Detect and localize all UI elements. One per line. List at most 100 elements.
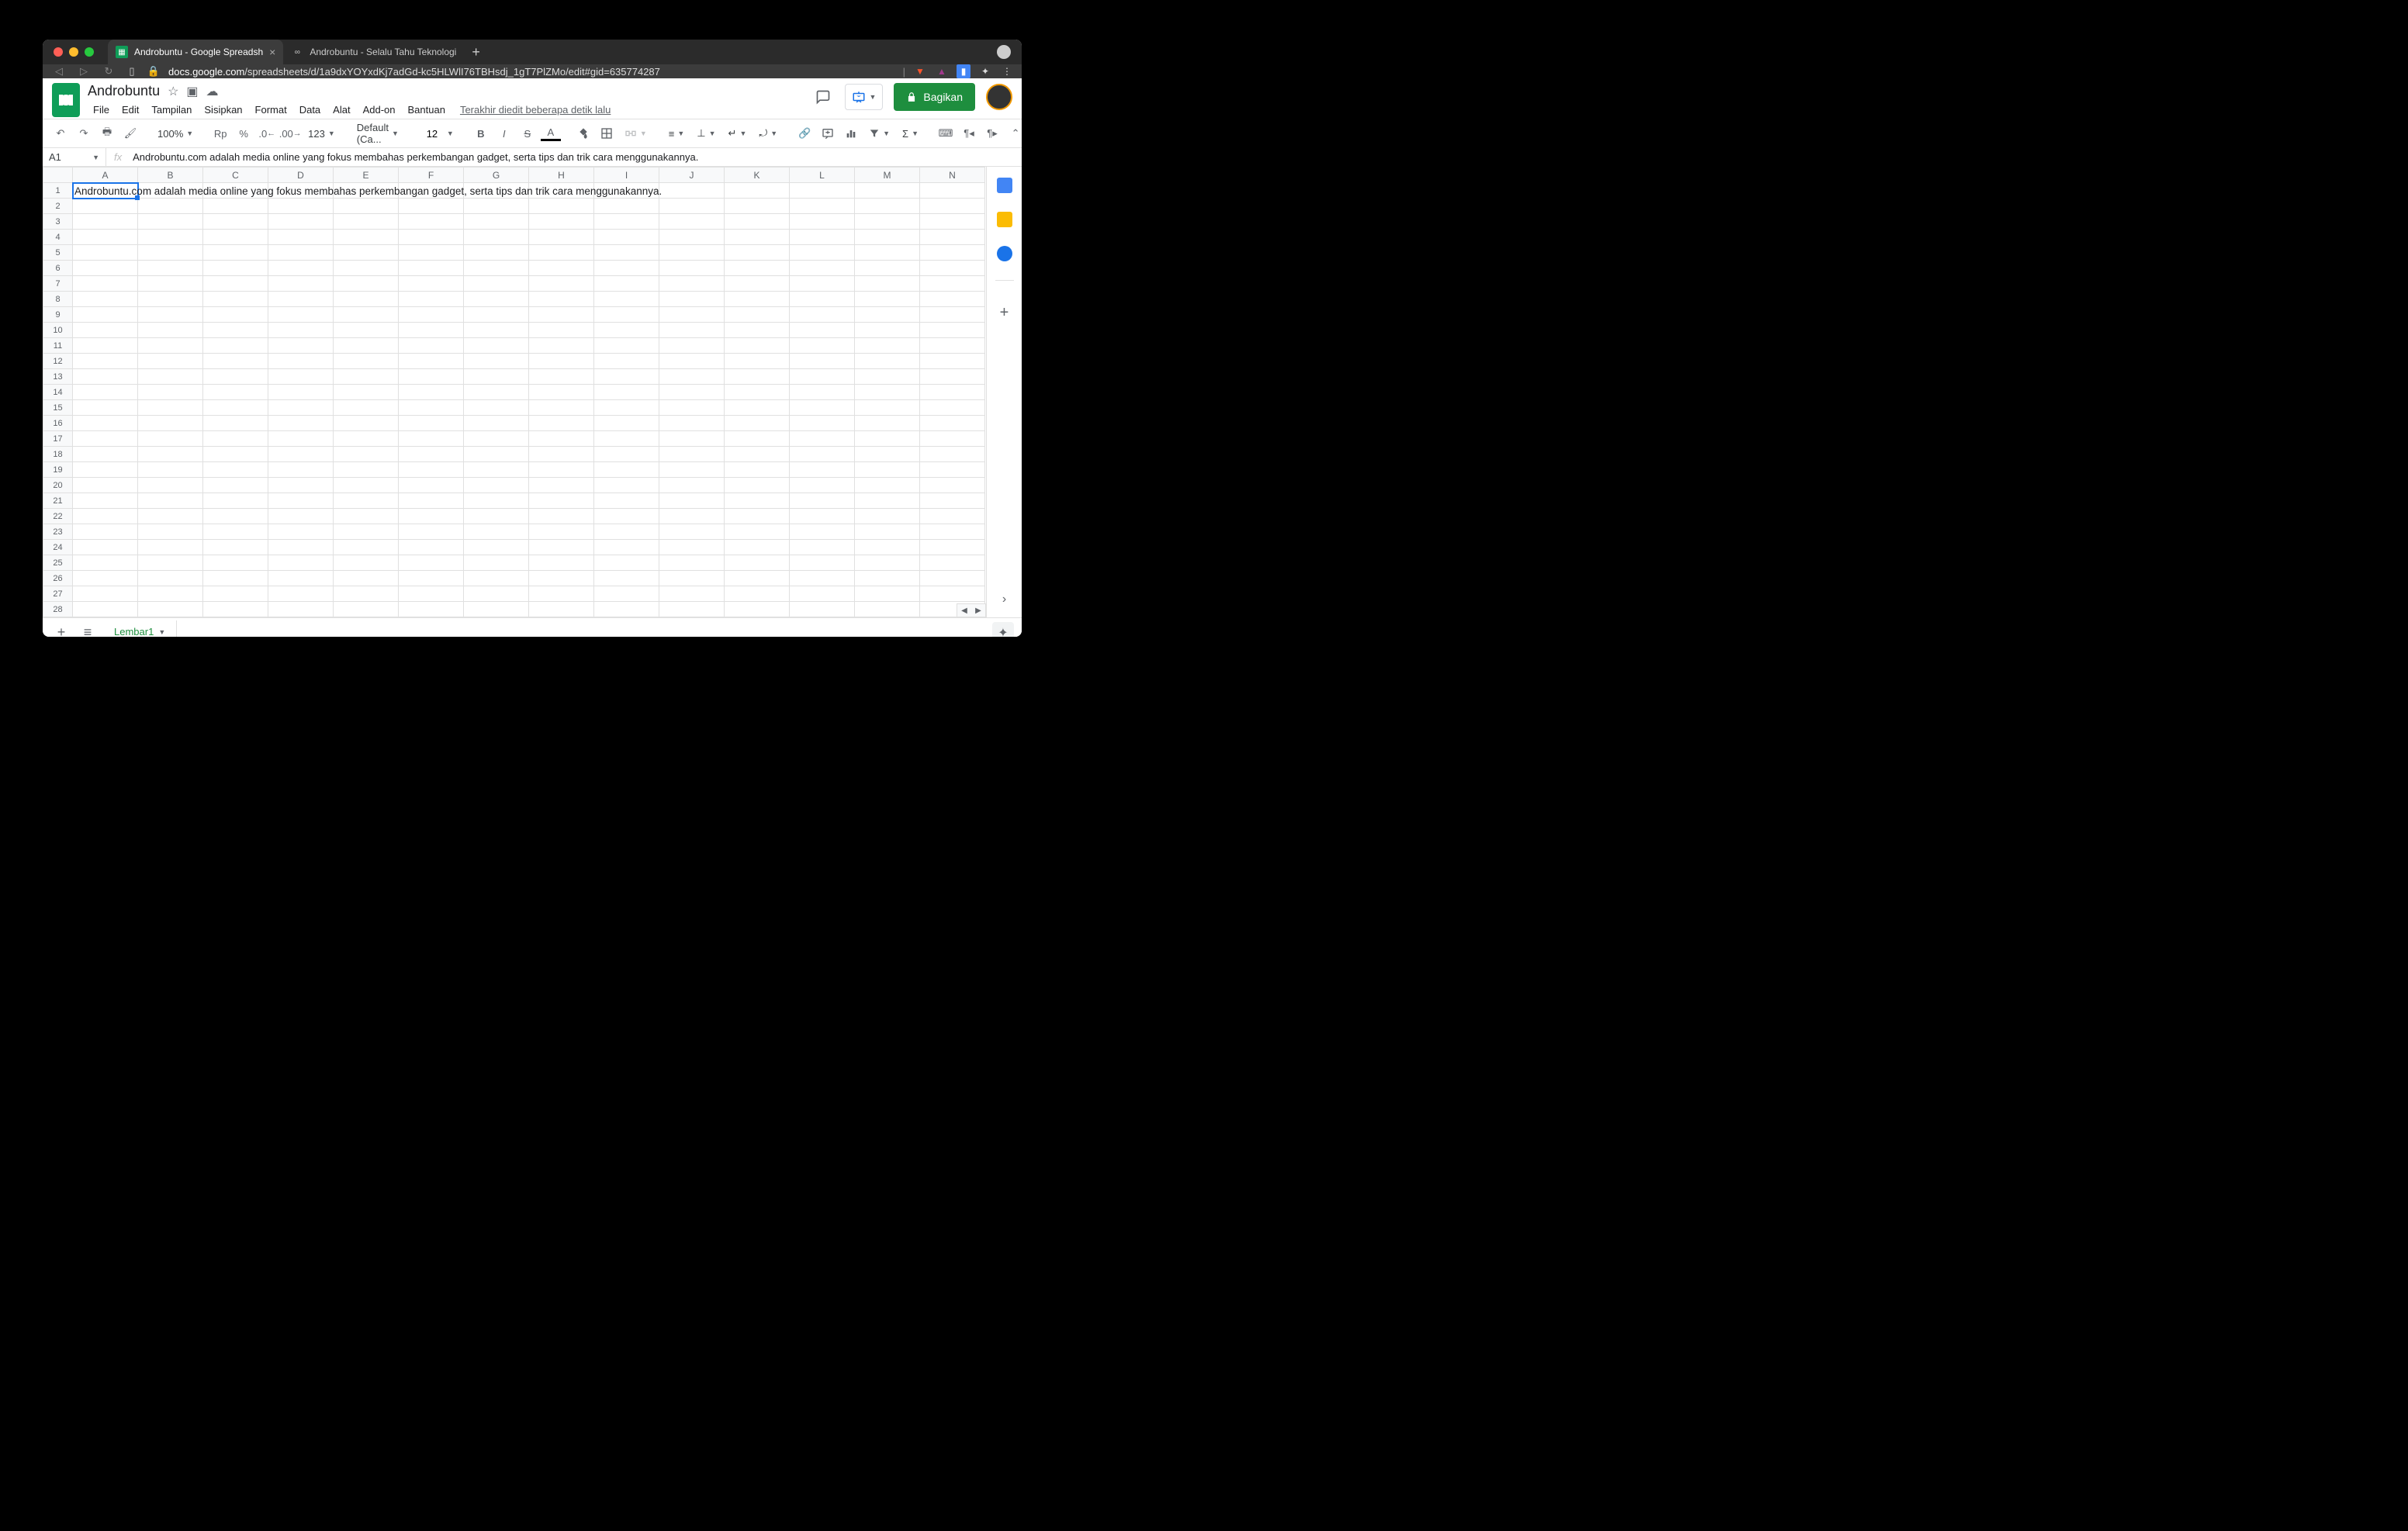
menu-file[interactable]: File: [88, 101, 115, 119]
row-header-3[interactable]: 3: [43, 214, 73, 230]
new-tab-button[interactable]: +: [464, 44, 488, 60]
cell-A27[interactable]: [73, 586, 138, 602]
cell-M20[interactable]: [855, 478, 920, 493]
cell-I17[interactable]: [594, 431, 659, 447]
cell-E18[interactable]: [334, 447, 399, 462]
cell-A9[interactable]: [73, 307, 138, 323]
cell-M19[interactable]: [855, 462, 920, 478]
close-tab-icon[interactable]: ×: [269, 46, 275, 58]
cell-I18[interactable]: [594, 447, 659, 462]
cell-I6[interactable]: [594, 261, 659, 276]
move-folder-icon[interactable]: ▣: [186, 84, 198, 99]
cell-L4[interactable]: [790, 230, 855, 245]
scroll-right-icon[interactable]: ▶: [971, 604, 985, 617]
cell-M22[interactable]: [855, 509, 920, 524]
cell-B1[interactable]: [138, 183, 203, 199]
cell-L6[interactable]: [790, 261, 855, 276]
cell-F3[interactable]: [399, 214, 464, 230]
cell-D1[interactable]: [268, 183, 334, 199]
cell-M26[interactable]: [855, 571, 920, 586]
cell-H1[interactable]: [529, 183, 594, 199]
cell-A23[interactable]: [73, 524, 138, 540]
cell-B17[interactable]: [138, 431, 203, 447]
cell-F28[interactable]: [399, 602, 464, 617]
cell-N13[interactable]: [920, 369, 985, 385]
cell-C7[interactable]: [203, 276, 268, 292]
cell-J25[interactable]: [659, 555, 725, 571]
cell-H10[interactable]: [529, 323, 594, 338]
menu-format[interactable]: Format: [250, 101, 292, 119]
cell-M21[interactable]: [855, 493, 920, 509]
cell-C5[interactable]: [203, 245, 268, 261]
cell-D13[interactable]: [268, 369, 334, 385]
cell-G15[interactable]: [464, 400, 529, 416]
filter-button[interactable]: ▼: [864, 128, 894, 139]
cell-M15[interactable]: [855, 400, 920, 416]
cell-E3[interactable]: [334, 214, 399, 230]
cell-A14[interactable]: [73, 385, 138, 400]
cell-D28[interactable]: [268, 602, 334, 617]
cell-H18[interactable]: [529, 447, 594, 462]
fill-color-button[interactable]: [573, 123, 593, 143]
cell-B9[interactable]: [138, 307, 203, 323]
cell-M12[interactable]: [855, 354, 920, 369]
cell-I24[interactable]: [594, 540, 659, 555]
cell-C14[interactable]: [203, 385, 268, 400]
cell-F11[interactable]: [399, 338, 464, 354]
cell-D4[interactable]: [268, 230, 334, 245]
cell-F7[interactable]: [399, 276, 464, 292]
cell-C13[interactable]: [203, 369, 268, 385]
cell-F1[interactable]: [399, 183, 464, 199]
cell-N22[interactable]: [920, 509, 985, 524]
cell-C22[interactable]: [203, 509, 268, 524]
cell-A8[interactable]: [73, 292, 138, 307]
row-header-18[interactable]: 18: [43, 447, 73, 462]
cell-K4[interactable]: [725, 230, 790, 245]
menu-help[interactable]: Bantuan: [403, 101, 451, 119]
cell-K1[interactable]: [725, 183, 790, 199]
row-header-19[interactable]: 19: [43, 462, 73, 478]
cell-F19[interactable]: [399, 462, 464, 478]
row-header-22[interactable]: 22: [43, 509, 73, 524]
row-header-15[interactable]: 15: [43, 400, 73, 416]
cell-D14[interactable]: [268, 385, 334, 400]
cell-F4[interactable]: [399, 230, 464, 245]
cell-C4[interactable]: [203, 230, 268, 245]
cell-F16[interactable]: [399, 416, 464, 431]
cell-G12[interactable]: [464, 354, 529, 369]
cell-E21[interactable]: [334, 493, 399, 509]
cell-L5[interactable]: [790, 245, 855, 261]
ltr-paragraph-icon[interactable]: ¶▸: [982, 123, 1002, 143]
cell-K8[interactable]: [725, 292, 790, 307]
cell-K10[interactable]: [725, 323, 790, 338]
col-header-F[interactable]: F: [399, 168, 464, 183]
cell-H5[interactable]: [529, 245, 594, 261]
insert-link-button[interactable]: 🔗: [794, 123, 815, 143]
share-button[interactable]: Bagikan: [894, 83, 975, 111]
cell-J23[interactable]: [659, 524, 725, 540]
cell-M28[interactable]: [855, 602, 920, 617]
cell-K21[interactable]: [725, 493, 790, 509]
star-icon[interactable]: ☆: [168, 84, 178, 99]
user-avatar[interactable]: [986, 84, 1012, 110]
cell-H23[interactable]: [529, 524, 594, 540]
row-header-16[interactable]: 16: [43, 416, 73, 431]
cell-F22[interactable]: [399, 509, 464, 524]
cell-K28[interactable]: [725, 602, 790, 617]
cell-B24[interactable]: [138, 540, 203, 555]
cell-I20[interactable]: [594, 478, 659, 493]
cell-C11[interactable]: [203, 338, 268, 354]
cell-A7[interactable]: [73, 276, 138, 292]
cell-A18[interactable]: [73, 447, 138, 462]
cell-D22[interactable]: [268, 509, 334, 524]
cell-B5[interactable]: [138, 245, 203, 261]
cell-B25[interactable]: [138, 555, 203, 571]
cell-D21[interactable]: [268, 493, 334, 509]
cell-J2[interactable]: [659, 199, 725, 214]
cell-C15[interactable]: [203, 400, 268, 416]
cell-H17[interactable]: [529, 431, 594, 447]
cell-D24[interactable]: [268, 540, 334, 555]
cell-A11[interactable]: [73, 338, 138, 354]
cell-D20[interactable]: [268, 478, 334, 493]
cell-K27[interactable]: [725, 586, 790, 602]
